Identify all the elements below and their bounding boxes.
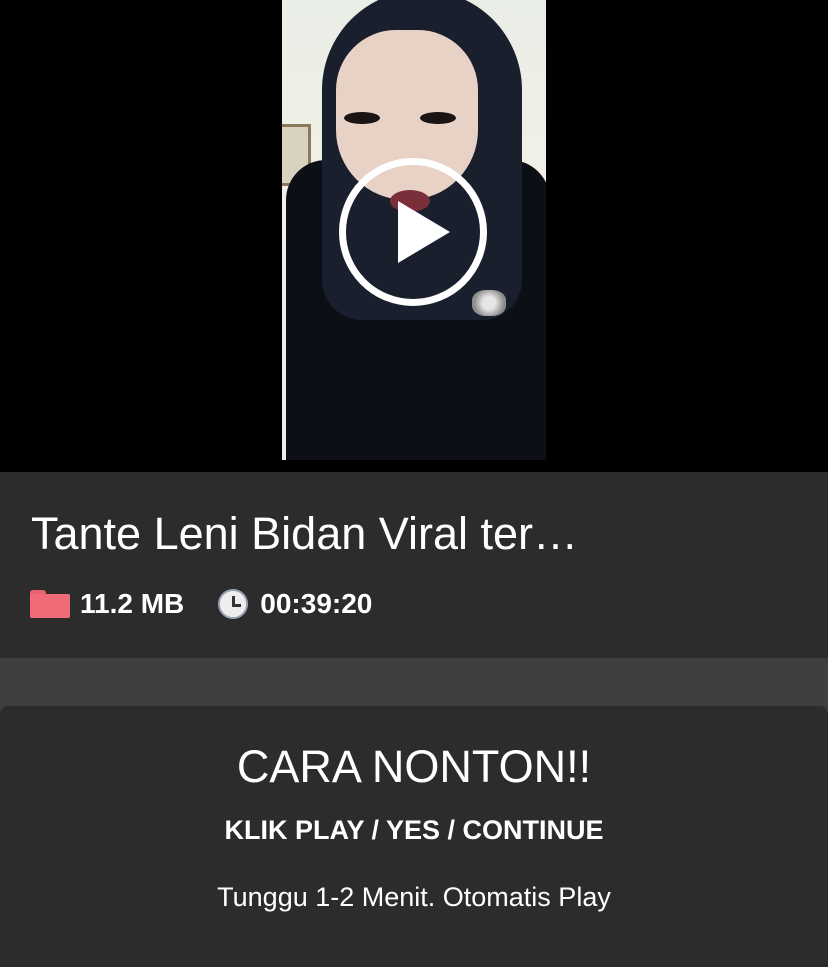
thumbnail-eye	[344, 112, 380, 124]
how-to-watch-card: CARA NONTON!! KLIK PLAY / YES / CONTINUE…	[0, 706, 828, 967]
file-size: 11.2 MB	[80, 588, 185, 619]
how-to-watch-note: Tunggu 1-2 Menit. Otomatis Play	[217, 882, 611, 912]
thumbnail-eye	[420, 112, 456, 124]
video-duration: 00:39:20	[260, 588, 373, 619]
video-meta-row: 11.2 MB 00:39:20	[30, 584, 372, 624]
section-divider	[0, 658, 828, 706]
clock-icon	[218, 589, 249, 619]
folder-icon	[30, 590, 70, 618]
video-player[interactable]	[0, 0, 828, 472]
play-icon[interactable]	[398, 201, 450, 263]
video-title[interactable]: Tante Leni Bidan Viral ter…	[31, 508, 578, 560]
thumbnail-brooch	[472, 290, 506, 316]
video-info-panel: Tante Leni Bidan Viral ter… 11.2 MB 00:3…	[0, 472, 828, 658]
how-to-watch-title: CARA NONTON!!	[236, 741, 592, 792]
play-button[interactable]	[339, 158, 487, 306]
how-to-watch-steps: KLIK PLAY / YES / CONTINUE	[224, 815, 604, 845]
